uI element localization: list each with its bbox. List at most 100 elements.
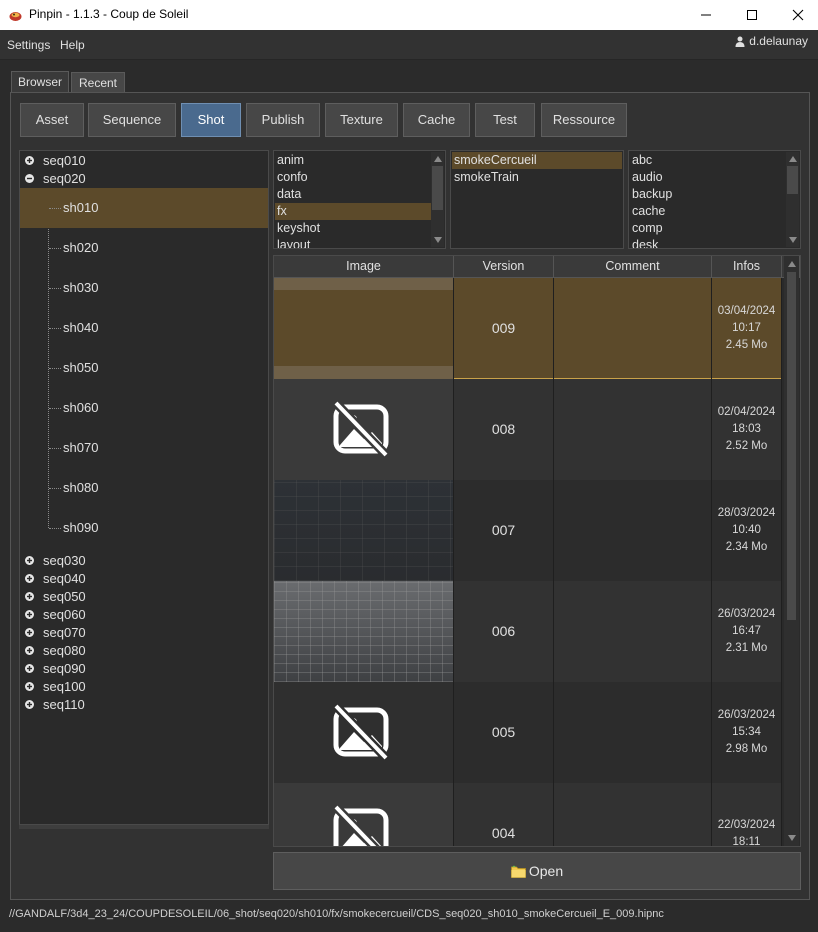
column-header-infos[interactable]: Infos (712, 256, 782, 278)
category-button-cache[interactable]: Cache (403, 103, 470, 137)
version-time: 18:03 (732, 423, 761, 435)
tree-item-label: sh070 (63, 440, 99, 455)
table-row[interactable]: 005 26/03/2024 15:34 2.98 Mo (274, 682, 782, 783)
tree-item-seq020[interactable]: seq020 (20, 170, 268, 188)
version-table[interactable]: Image Version Comment Infos 009 03/04/2024 10:… (273, 255, 801, 847)
column-header-image[interactable]: Image (274, 256, 454, 278)
list-item-fx[interactable]: fx (275, 203, 432, 220)
category-button-ressource[interactable]: Ressource (541, 103, 627, 137)
expand-icon[interactable] (25, 646, 34, 655)
tree-item-seq080[interactable]: seq080 (20, 642, 268, 660)
tree-item-seq100[interactable]: seq100 (20, 678, 268, 696)
maximize-button[interactable] (729, 0, 775, 30)
list-item-keyshot[interactable]: keyshot (275, 220, 432, 237)
list-item-comp[interactable]: comp (630, 220, 787, 237)
menu-help[interactable]: Help (60, 38, 85, 52)
category-button-asset[interactable]: Asset (20, 103, 84, 137)
tree-item-seq090[interactable]: seq090 (20, 660, 268, 678)
no-image-icon (332, 401, 390, 457)
list-item-cache[interactable]: cache (630, 203, 787, 220)
tree-item-sh080[interactable]: sh080 (20, 468, 268, 508)
menu-bar: Settings Help d.delaunay (0, 30, 818, 60)
tree-item-seq050[interactable]: seq050 (20, 588, 268, 606)
department-list[interactable]: anim confo data fx keyshot layout (273, 150, 446, 249)
tree-item-seq070[interactable]: seq070 (20, 624, 268, 642)
table-row[interactable]: 007 28/03/2024 10:40 2.34 Mo (274, 480, 782, 581)
tree-item-seq110[interactable]: seq110 (20, 696, 268, 714)
category-button-test[interactable]: Test (475, 103, 535, 137)
scroll-up-icon[interactable] (788, 156, 797, 162)
scrollbar-thumb[interactable] (787, 272, 796, 620)
tree-item-sh060[interactable]: sh060 (20, 388, 268, 428)
table-row[interactable]: 004 22/03/2024 18:11 (274, 783, 782, 846)
list-item-audio[interactable]: audio (630, 169, 787, 186)
list-item-abc[interactable]: abc (630, 152, 787, 169)
column-header-version[interactable]: Version (454, 256, 554, 278)
version-thumbnail (274, 379, 454, 480)
version-date: 02/04/2024 (717, 406, 776, 418)
list-item-anim[interactable]: anim (275, 152, 432, 169)
expand-icon[interactable] (25, 628, 34, 637)
tree-item-sh070[interactable]: sh070 (20, 428, 268, 468)
sequence-tree[interactable]: seq010 seq020 sh010 sh020 sh030 sh040 sh050 sh0… (19, 150, 269, 825)
format-list[interactable]: abc audio backup cache comp desk (628, 150, 801, 249)
expand-icon[interactable] (25, 700, 34, 709)
tree-item-sh040[interactable]: sh040 (20, 308, 268, 348)
minimize-icon (701, 14, 711, 16)
list-item-desk[interactable]: desk (630, 237, 787, 248)
list-item-data[interactable]: data (275, 186, 432, 203)
tree-item-sh020[interactable]: sh020 (20, 228, 268, 268)
list-item-smokeCercueil[interactable]: smokeCercueil (452, 152, 622, 169)
table-row[interactable]: 009 03/04/2024 10:17 2.45 Mo (274, 278, 782, 379)
tree-item-seq060[interactable]: seq060 (20, 606, 268, 624)
category-button-publish[interactable]: Publish (246, 103, 320, 137)
version-thumbnail (274, 783, 454, 846)
expand-icon[interactable] (25, 664, 34, 673)
collapse-icon[interactable] (25, 174, 34, 183)
category-button-sequence[interactable]: Sequence (88, 103, 176, 137)
expand-icon[interactable] (25, 556, 34, 565)
tree-item-sh090[interactable]: sh090 (20, 508, 268, 548)
scrollbar-thumb[interactable] (432, 166, 443, 210)
table-scrollbar[interactable] (784, 256, 799, 846)
expand-icon[interactable] (25, 610, 34, 619)
scroll-down-icon[interactable] (433, 237, 442, 243)
tree-item-sh050[interactable]: sh050 (20, 348, 268, 388)
scroll-down-icon[interactable] (787, 835, 796, 841)
asset-list[interactable]: smokeCercueil smokeTrain (450, 150, 624, 249)
list-scrollbar[interactable] (786, 152, 799, 247)
tree-item-seq040[interactable]: seq040 (20, 570, 268, 588)
close-button[interactable] (775, 0, 818, 30)
minimize-button[interactable] (683, 0, 729, 30)
scrollbar-thumb[interactable] (787, 166, 798, 194)
tree-item-sh030[interactable]: sh030 (20, 268, 268, 308)
menu-settings[interactable]: Settings (7, 38, 50, 52)
category-button-shot[interactable]: Shot (181, 103, 241, 137)
scroll-up-icon[interactable] (433, 156, 442, 162)
list-item-layout[interactable]: layout (275, 237, 432, 248)
version-number: 004 (454, 783, 554, 846)
tree-item-label: sh050 (63, 360, 99, 375)
list-item-backup[interactable]: backup (630, 186, 787, 203)
list-item-confo[interactable]: confo (275, 169, 432, 186)
list-item-smokeTrain[interactable]: smokeTrain (452, 169, 622, 186)
open-button[interactable]: Open (273, 852, 801, 890)
tree-item-sh010[interactable]: sh010 (20, 188, 268, 228)
tree-item-seq030[interactable]: seq030 (20, 552, 268, 570)
scroll-up-icon[interactable] (787, 261, 796, 267)
expand-icon[interactable] (25, 574, 34, 583)
tree-horizontal-scrollbar[interactable] (19, 825, 269, 829)
tree-item-label: sh030 (63, 280, 99, 295)
expand-icon[interactable] (25, 156, 34, 165)
category-button-texture[interactable]: Texture (325, 103, 398, 137)
no-image-icon (332, 805, 389, 846)
table-row[interactable]: 008 02/04/2024 18:03 2.52 Mo (274, 379, 782, 480)
column-header-comment[interactable]: Comment (554, 256, 712, 278)
scroll-down-icon[interactable] (788, 237, 797, 243)
tree-item-seq010[interactable]: seq010 (20, 152, 268, 170)
expand-icon[interactable] (25, 682, 34, 691)
table-row[interactable]: 006 26/03/2024 16:47 2.31 Mo (274, 581, 782, 682)
user-indicator[interactable]: d.delaunay (735, 34, 808, 48)
list-scrollbar[interactable] (431, 152, 444, 247)
expand-icon[interactable] (25, 592, 34, 601)
